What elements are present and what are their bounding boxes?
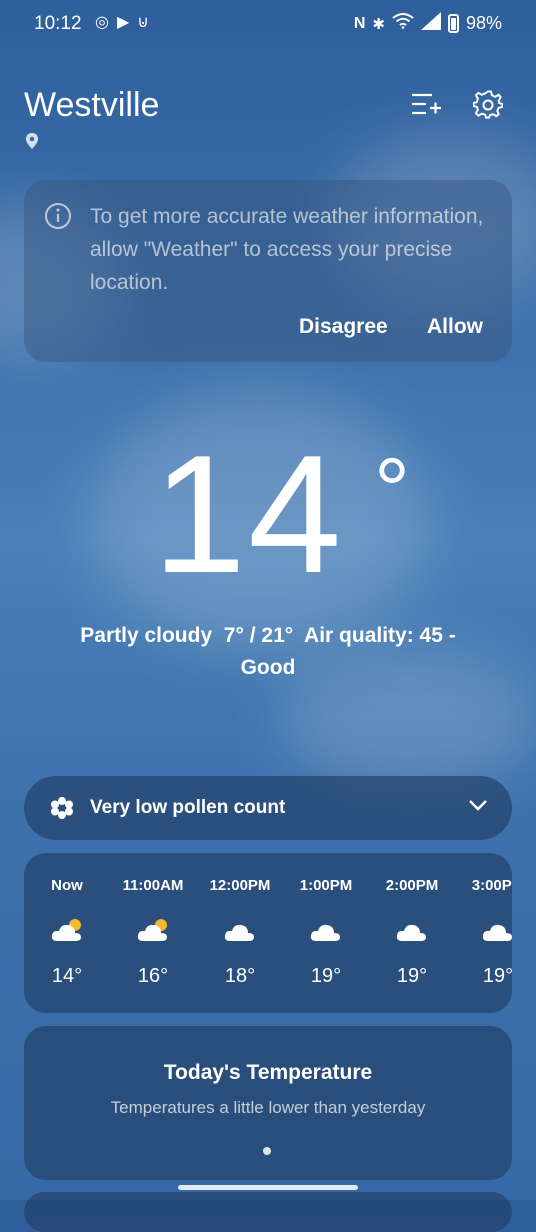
- temperature-value: 14: [152, 420, 344, 608]
- cloud-icon: [396, 924, 426, 941]
- page-indicator-dot: [263, 1147, 271, 1155]
- gesture-navigation-bar[interactable]: [178, 1185, 358, 1190]
- hour-time: 11:00AM: [122, 877, 184, 894]
- signal-icon: [420, 12, 441, 35]
- weather-summary: Partly cloudy 7° / 21° Air quality: 45 -…: [40, 620, 496, 684]
- summary-line-1: Partly cloudy 7° / 21° Air quality: 45 -: [80, 624, 456, 647]
- wifi-icon: [392, 13, 414, 34]
- hour-temp: 16°: [137, 965, 169, 987]
- info-icon: [45, 203, 71, 229]
- add-list-icon: [412, 93, 441, 115]
- cloud-icon: [224, 924, 254, 941]
- cloud-icon: [482, 924, 512, 941]
- disagree-button[interactable]: Disagree: [299, 315, 388, 339]
- settings-button[interactable]: [471, 88, 505, 122]
- nfc-icon: N: [353, 14, 366, 32]
- app-notification-icon: ⊍: [137, 14, 149, 31]
- hour-time: 2:00PM: [385, 877, 439, 894]
- location-permission-message: To get more accurate weather information…: [90, 205, 484, 294]
- bluetooth-icon: ✱: [372, 15, 385, 33]
- hour-time: 3:00PM: [471, 877, 512, 894]
- current-temperature: 14: [0, 418, 536, 611]
- todays-temperature-subtitle: Temperatures a little lower than yesterd…: [110, 1098, 426, 1117]
- hotspot-icon: ◎: [95, 14, 109, 31]
- location-pin-icon: [26, 133, 38, 149]
- city-name[interactable]: Westville: [24, 86, 159, 125]
- cloud-icon: [310, 924, 340, 941]
- battery-percent: 98%: [465, 13, 502, 33]
- pollen-card[interactable]: Very low pollen count: [24, 776, 512, 840]
- todays-temperature-card[interactable]: Today's Temperature Temperatures a littl…: [24, 1026, 512, 1180]
- manage-cities-button[interactable]: [409, 88, 443, 122]
- status-bar: 10:12 ◎ ▶ ⊍ N ✱ 98%: [0, 0, 536, 48]
- hourly-forecast[interactable]: Now 14° 11:00AM 16° 12:00PM 18° 1:00PM 1…: [24, 853, 512, 1013]
- next-card: [24, 1192, 512, 1232]
- todays-temperature-title: Today's Temperature: [163, 1061, 373, 1084]
- pollen-icon: [51, 797, 73, 819]
- degree-symbol: °: [374, 441, 410, 541]
- hour-time: 12:00PM: [209, 877, 271, 894]
- partly-cloudy-day-icon: [137, 919, 167, 941]
- allow-button[interactable]: Allow: [427, 315, 483, 339]
- hour-temp: 19°: [396, 965, 428, 987]
- hour-time: 1:00PM: [299, 877, 353, 894]
- youtube-icon: ▶: [116, 14, 130, 31]
- location-permission-card: To get more accurate weather information…: [24, 180, 512, 362]
- hour-temp: 18°: [224, 965, 256, 987]
- summary-line-2: Good: [240, 656, 296, 679]
- hour-temp: 19°: [482, 965, 512, 987]
- battery-icon: [447, 14, 459, 33]
- hour-temp: 19°: [310, 965, 342, 987]
- chevron-down-icon[interactable]: [468, 798, 488, 812]
- partly-cloudy-day-icon: [51, 919, 81, 941]
- pollen-label: Very low pollen count: [90, 797, 286, 818]
- gear-icon: [473, 90, 503, 119]
- status-time: 10:12: [34, 13, 82, 34]
